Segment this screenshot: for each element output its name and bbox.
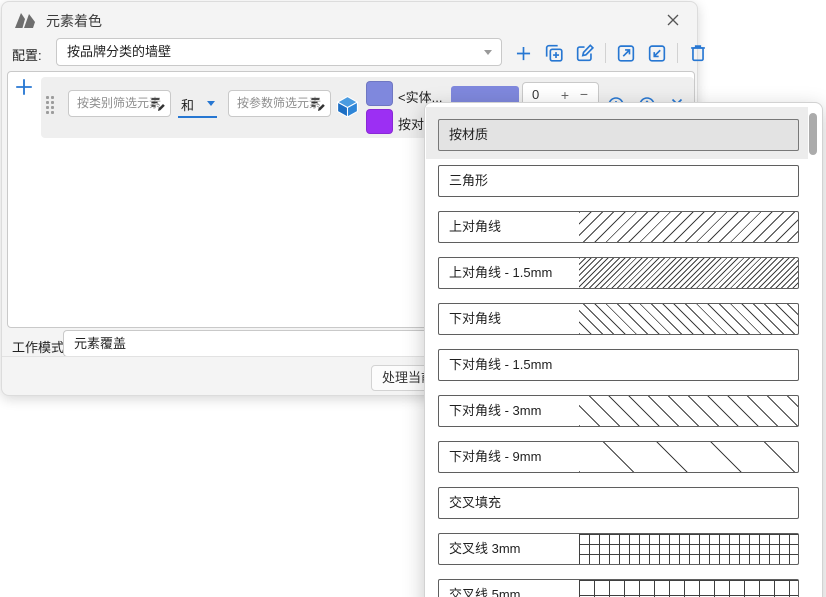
- spinner-increase-button[interactable]: +: [561, 87, 569, 103]
- pattern-item-label: 交叉线 3mm: [449, 534, 521, 564]
- config-label: 配置:: [12, 45, 42, 64]
- pattern-item[interactable]: 交叉线 3mm: [438, 533, 799, 565]
- pattern-item[interactable]: 交叉线 5mm: [438, 579, 799, 597]
- toolbar-separator: [677, 43, 678, 63]
- config-combobox[interactable]: 按品牌分类的墙壁: [56, 38, 502, 66]
- dialog-title: 元素着色: [46, 11, 102, 31]
- pattern-item[interactable]: 下对角线 - 1.5mm: [438, 349, 799, 381]
- pattern-item[interactable]: 三角形: [438, 165, 799, 197]
- pattern-item-label: 按材质: [449, 120, 488, 150]
- operator-dropdown[interactable]: 和: [178, 91, 217, 118]
- chevron-down-icon: [484, 50, 492, 55]
- pattern-item[interactable]: 交叉填充: [438, 487, 799, 519]
- pattern-preview: [579, 580, 798, 597]
- pattern-preview: [579, 258, 798, 288]
- spinner-decrease-button[interactable]: −: [580, 86, 588, 102]
- close-icon[interactable]: [663, 10, 683, 30]
- filter-edit-icon: [150, 96, 166, 112]
- parameter-filter-input[interactable]: 按参数筛选元素: [228, 90, 331, 117]
- pattern-item-label: 交叉线 5mm: [449, 580, 521, 597]
- pattern-item[interactable]: 上对角线: [438, 211, 799, 243]
- spinner-value[interactable]: 0: [532, 87, 539, 102]
- pattern-popup: 按材质三角形上对角线上对角线 - 1.5mm 下对角线下对角线 - 1.5mm 下对…: [424, 102, 823, 597]
- pattern-preview: [579, 304, 798, 334]
- pattern-item[interactable]: 按材质: [438, 119, 799, 151]
- pattern-item-label: 下对角线 - 9mm: [449, 442, 541, 472]
- work-mode-value: 元素覆盖: [74, 331, 126, 356]
- config-toolbar: [513, 41, 709, 65]
- pattern-preview: [579, 212, 798, 242]
- screen: 元素着色 配置: 按品牌分类的墙壁: [0, 0, 826, 597]
- import-config-button import-icon[interactable]: [646, 42, 668, 64]
- pattern-item-label: 下对角线 - 1.5mm: [449, 350, 552, 380]
- pattern-preview: [579, 442, 798, 472]
- category-filter-input[interactable]: 按类别筛选元素: [68, 90, 171, 117]
- toolbar-separator: [605, 43, 606, 63]
- cube-3d-icon[interactable]: [335, 94, 360, 124]
- pattern-preview: [579, 396, 798, 426]
- pattern-item-label: 下对角线 - 3mm: [449, 396, 541, 426]
- pattern-preview: [579, 350, 798, 380]
- pattern-item[interactable]: 下对角线: [438, 303, 799, 335]
- export-config-button export-icon[interactable]: [615, 42, 637, 64]
- pattern-item-label: 下对角线: [449, 304, 501, 334]
- edit-config-button edit-icon[interactable]: [574, 42, 596, 64]
- pattern-preview: [579, 488, 798, 518]
- add-config-button plus-icon[interactable]: [513, 43, 534, 64]
- pattern-item[interactable]: 下对角线 - 9mm: [438, 441, 799, 473]
- add-condition-button plus-icon[interactable]: [13, 76, 37, 100]
- value-color-swatch[interactable]: [366, 109, 393, 134]
- pattern-preview: [579, 166, 798, 196]
- app-logo-icon: [14, 10, 38, 34]
- titlebar[interactable]: 元素着色: [2, 2, 697, 36]
- work-mode-label: 工作模式: [12, 337, 64, 356]
- drag-handle grip-dots-icon[interactable]: [46, 96, 54, 114]
- filter-edit-icon: [310, 96, 326, 112]
- duplicate-config-button duplicate-add-icon[interactable]: [543, 42, 565, 64]
- scrollbar-thumb[interactable]: [809, 113, 817, 155]
- value-color-swatch[interactable]: [366, 81, 393, 106]
- config-combobox-value: 按品牌分类的墙壁: [67, 39, 171, 65]
- chevron-down-icon: [207, 101, 215, 106]
- parameter-filter-placeholder: 按参数筛选元素: [237, 91, 321, 116]
- pattern-item-label: 三角形: [449, 166, 488, 196]
- pattern-item-label: 上对角线 - 1.5mm: [449, 258, 552, 288]
- pattern-item-label: 上对角线: [449, 212, 501, 242]
- pattern-item[interactable]: 上对角线 - 1.5mm: [438, 257, 799, 289]
- delete-config-button trash-icon[interactable]: [687, 42, 709, 64]
- operator-value: 和: [181, 95, 194, 114]
- pattern-item[interactable]: 下对角线 - 3mm: [438, 395, 799, 427]
- pattern-preview: [579, 534, 798, 564]
- category-filter-placeholder: 按类别筛选元素: [77, 91, 161, 116]
- pattern-item-label: 交叉填充: [449, 488, 501, 518]
- pattern-preview: [579, 120, 798, 150]
